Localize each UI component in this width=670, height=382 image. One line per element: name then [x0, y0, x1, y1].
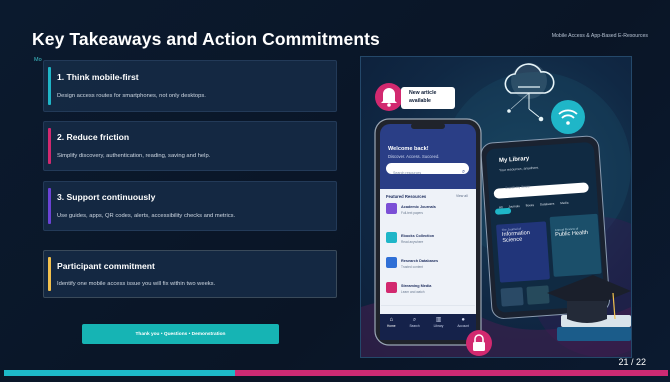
notification-line2: available [409, 98, 431, 104]
tab-media[interactable]: Media [560, 201, 568, 206]
resource-item-title[interactable]: Research Databases [401, 259, 438, 263]
commitment-card: Participant commitment Identify one mobi… [43, 250, 337, 298]
bottom-bar-teal [4, 370, 235, 376]
resource-item-sub: Trusted content [401, 265, 424, 269]
takeaway-card-2: 2. Reduce friction Simplify discovery, a… [43, 121, 337, 171]
library-icon: ▥ [435, 317, 442, 323]
resource-item-title[interactable]: Academic Journals [401, 205, 436, 209]
slide: Key Takeaways and Action Commitments Mob… [0, 0, 670, 382]
header-tag: Mobile Access & App-Based E-Resources [551, 33, 648, 39]
card-heading: 3. Support continuously [57, 192, 156, 202]
nav-label: Account [457, 324, 469, 328]
view-all-link[interactable]: View all [456, 194, 468, 198]
slide-title: Key Takeaways and Action Commitments [32, 29, 380, 49]
bottom-bar-pink [235, 370, 668, 376]
lock-icon [466, 330, 492, 356]
takeaway-card-3: 3. Support continuously Use guides, apps… [43, 181, 337, 231]
resource-item-title[interactable]: Ebooks Collection [401, 234, 434, 238]
book-cover-information-science: The Journal of Information Science [501, 226, 530, 244]
phone-bottom-nav: ⌂ Home ⌕ Search ▥ Library ● Account [380, 317, 476, 328]
front-phone [374, 118, 482, 346]
bell-icon [375, 83, 403, 111]
card-accent-bar [48, 67, 51, 105]
card-heading: 2. Reduce friction [57, 132, 130, 142]
welcome-text: Welcome back! [388, 146, 429, 152]
notification-line1: New article [409, 90, 437, 96]
nav-label: Home [387, 324, 396, 328]
resource-item-sub: Full-text papers [401, 211, 423, 215]
tab-journals[interactable]: Journals [508, 204, 520, 209]
card-heading: Participant commitment [57, 261, 155, 271]
card-text: Use guides, apps, QR codes, alerts, acce… [57, 213, 236, 219]
page-number: 21 / 22 [618, 357, 646, 367]
subtitle-fragment: Mo [34, 57, 42, 63]
nav-library[interactable]: ▥ Library [434, 317, 444, 328]
mobile-library-illustration: New article available Welcome back! Disc… [360, 56, 632, 358]
card-text: Design access routes for smartphones, no… [57, 93, 206, 99]
resource-item-sub: Learn and watch [401, 290, 425, 294]
nav-label: Library [433, 324, 444, 328]
resource-item-title[interactable]: Streaming Media [401, 284, 431, 288]
card-text: Simplify discovery, authentication, read… [57, 153, 211, 159]
bottom-accent-bar [4, 370, 668, 376]
tab-all[interactable]: All [499, 205, 503, 209]
home-icon: ⌂ [389, 317, 394, 323]
nav-home[interactable]: ⌂ Home [387, 317, 396, 328]
featured-heading: Featured Resources [386, 194, 427, 199]
card-accent-bar [48, 188, 51, 224]
closing-button[interactable]: Thank you • Questions • Demonstration [82, 324, 279, 344]
card-heading: 1. Think mobile-first [57, 72, 139, 82]
welcome-tagline: Discover. Access. Succeed. [388, 154, 440, 159]
notification-bubble: New article available [401, 87, 455, 109]
card-accent-bar [48, 128, 51, 164]
wifi-icon [551, 100, 585, 134]
search-icon: ⌕ [412, 317, 417, 323]
takeaway-card-1: 1. Think mobile-first Design access rout… [43, 60, 337, 112]
front-search-input[interactable]: Search resources [393, 171, 421, 175]
nav-label: Search [409, 324, 420, 328]
card-text: Identify one mobile access issue you wil… [57, 281, 216, 287]
tab-books[interactable]: Books [526, 203, 535, 208]
nav-account[interactable]: ● Account [457, 317, 469, 328]
search-icon[interactable]: ⌕ [462, 169, 465, 176]
card-accent-bar [48, 257, 51, 291]
account-icon: ● [461, 317, 465, 323]
nav-search[interactable]: ⌕ Search [410, 317, 420, 328]
resource-item-sub: Read anywhere [401, 240, 424, 244]
